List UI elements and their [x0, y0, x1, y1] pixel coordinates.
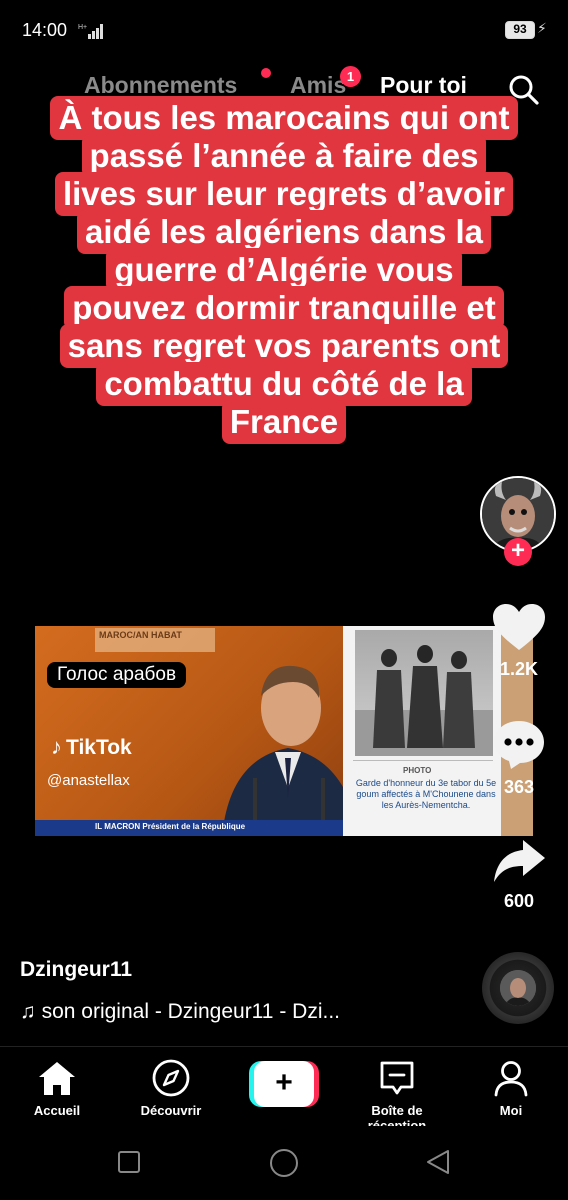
- status-time: 14:00: [22, 20, 68, 40]
- charging-icon: ⚡: [537, 20, 547, 36]
- like-action[interactable]: 1.2K: [476, 602, 562, 680]
- music-disc-icon[interactable]: [482, 952, 554, 1024]
- share-icon[interactable]: [491, 836, 547, 884]
- back-icon[interactable]: [424, 1148, 452, 1176]
- status-bar: 14:00 H+ 93 ⚡: [0, 0, 568, 62]
- broadcast-header-text: MAROC/AN HABAT: [99, 630, 182, 640]
- following-notification-dot: [261, 68, 271, 78]
- sound-name[interactable]: ♫ son original - Dzingeur11 - Dzi...: [20, 1000, 340, 1024]
- comment-action[interactable]: 363: [476, 718, 562, 798]
- like-count: 1.2K: [499, 659, 539, 679]
- tiktok-watermark: ♪ TikTok: [51, 734, 132, 760]
- tiktok-logo-icon: ♪: [51, 734, 62, 759]
- nav-discover-label: Découvrir: [140, 1103, 202, 1118]
- inbox-icon[interactable]: [377, 1059, 417, 1097]
- signal-icon: H+: [78, 24, 103, 39]
- comment-icon[interactable]: [491, 718, 547, 770]
- share-action[interactable]: 600: [476, 836, 562, 912]
- follow-button[interactable]: +: [504, 538, 532, 566]
- home-icon[interactable]: [37, 1059, 77, 1097]
- comment-count: 363: [503, 777, 535, 797]
- friends-badge: 1: [340, 66, 361, 87]
- recents-icon[interactable]: [117, 1150, 141, 1174]
- soldiers-photo: [355, 645, 493, 756]
- battery-indicator: 93: [505, 21, 535, 39]
- video-content[interactable]: MAROC/AN HABAT Голос арабов ♪ TikTok @ana…: [35, 626, 533, 836]
- video-caption-overlay: À tous les marocains qui ont passé l’ann…: [16, 96, 552, 444]
- video-overlay-label: Голос арабов: [47, 662, 187, 688]
- nav-inbox[interactable]: Boîte de réception: [342, 1059, 452, 1133]
- system-navigation-bar: [0, 1126, 568, 1200]
- speaker-image: [223, 665, 358, 828]
- watermark-brand: TikTok: [66, 736, 132, 759]
- lower-third-text: IL MACRON Président de la République: [95, 822, 246, 831]
- photo-divider: [353, 760, 493, 761]
- music-disc-cover: [500, 970, 536, 1006]
- creator-username[interactable]: Dzingeur11: [20, 958, 132, 982]
- create-button[interactable]: +: [249, 1061, 319, 1107]
- home-system-icon[interactable]: [268, 1147, 300, 1179]
- share-count: 600: [503, 891, 535, 911]
- music-cover-image: [500, 970, 536, 1006]
- nav-profile[interactable]: Moi: [456, 1059, 566, 1118]
- nav-profile-label: Moi: [499, 1103, 523, 1118]
- watermark-handle: @anastellax: [47, 772, 130, 789]
- plus-icon[interactable]: +: [254, 1061, 314, 1107]
- svg-text:H+: H+: [78, 24, 87, 31]
- bottom-navigation: Accueil Découvrir + Boîte de réception M…: [0, 1046, 568, 1133]
- tab-following[interactable]: Abonnements: [84, 72, 237, 99]
- caption-line: France: [221, 400, 347, 444]
- nav-discover[interactable]: Découvrir: [116, 1059, 226, 1118]
- nav-home-label: Accueil: [33, 1103, 81, 1118]
- heart-icon[interactable]: [491, 602, 547, 652]
- profile-icon[interactable]: [491, 1059, 531, 1097]
- tab-friends[interactable]: Amis: [290, 72, 346, 99]
- nav-home[interactable]: Accueil: [2, 1059, 112, 1118]
- compass-icon[interactable]: [151, 1059, 191, 1097]
- archive-photo: [355, 630, 493, 756]
- tab-for-you[interactable]: Pour toi: [380, 72, 467, 99]
- photo-label: PHOTO: [403, 766, 432, 775]
